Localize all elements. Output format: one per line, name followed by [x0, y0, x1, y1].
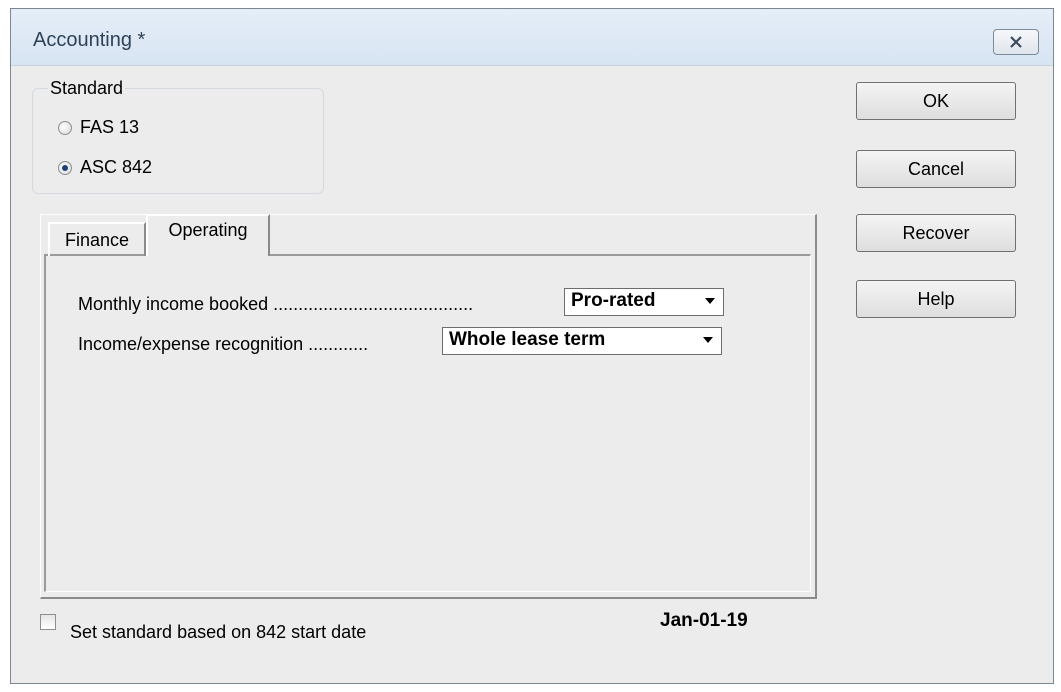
monthly-income-select[interactable]: Pro-rated — [564, 288, 724, 316]
title-bar: Accounting * — [11, 9, 1053, 66]
set-standard-label: Set standard based on 842 start date — [70, 622, 367, 642]
recognition-label: Income/expense recognition ............ — [78, 334, 369, 354]
close-icon — [1010, 36, 1022, 48]
help-button[interactable]: Help — [856, 280, 1016, 318]
recognition-value: Whole lease term — [449, 329, 606, 350]
recognition-select[interactable]: Whole lease term — [442, 327, 722, 355]
radio-button-fas13[interactable] — [58, 120, 72, 135]
monthly-income-value: Pro-rated — [571, 290, 656, 311]
standard-groupbox — [32, 88, 324, 194]
recover-button[interactable]: Recover — [856, 214, 1016, 252]
radio-asc842[interactable]: ASC 842 — [58, 157, 152, 178]
tab-finance[interactable]: Finance — [48, 222, 146, 256]
monthly-income-label: Monthly income booked ..................… — [78, 294, 474, 314]
radio-label-asc842: ASC 842 — [80, 157, 153, 177]
radio-fas13[interactable]: FAS 13 — [58, 117, 139, 138]
ok-button[interactable]: OK — [856, 82, 1016, 120]
radio-label-fas13: FAS 13 — [80, 117, 140, 137]
window-title: Accounting * — [33, 29, 146, 51]
chevron-down-icon — [703, 337, 713, 343]
radio-button-asc842[interactable] — [58, 160, 72, 175]
close-button[interactable] — [993, 29, 1039, 55]
standard-group-label: Standard — [48, 78, 126, 99]
start-date-value: Jan-01-19 — [660, 610, 748, 631]
set-standard-checkbox[interactable] — [40, 614, 56, 630]
cancel-button[interactable]: Cancel — [856, 150, 1016, 188]
chevron-down-icon — [705, 298, 715, 304]
tab-operating[interactable]: Operating — [146, 214, 270, 256]
